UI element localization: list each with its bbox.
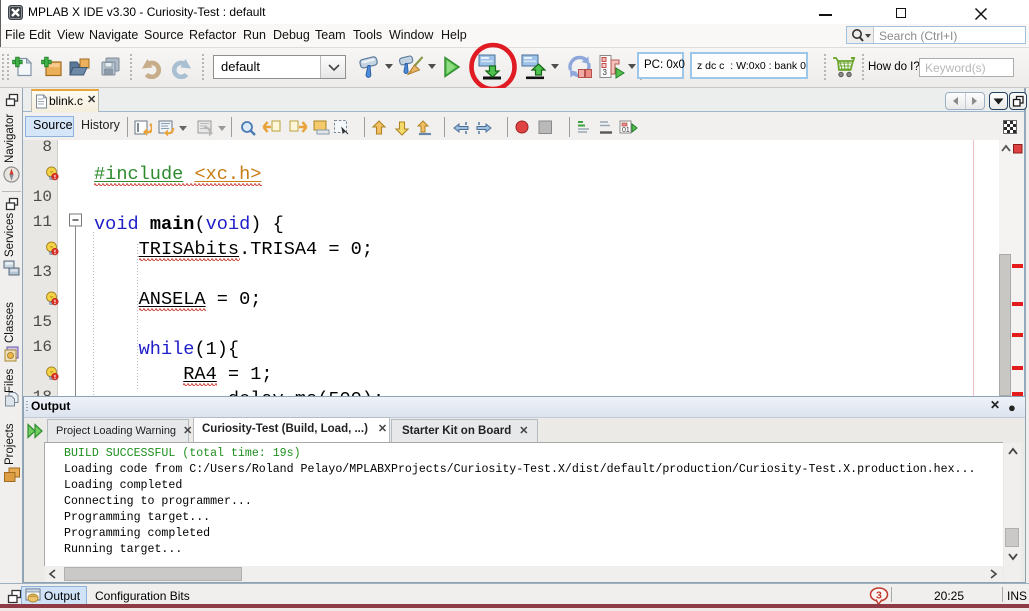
svg-text:01: 01 xyxy=(622,127,630,134)
svg-text:3: 3 xyxy=(876,590,882,602)
svg-text:3: 3 xyxy=(603,68,608,77)
